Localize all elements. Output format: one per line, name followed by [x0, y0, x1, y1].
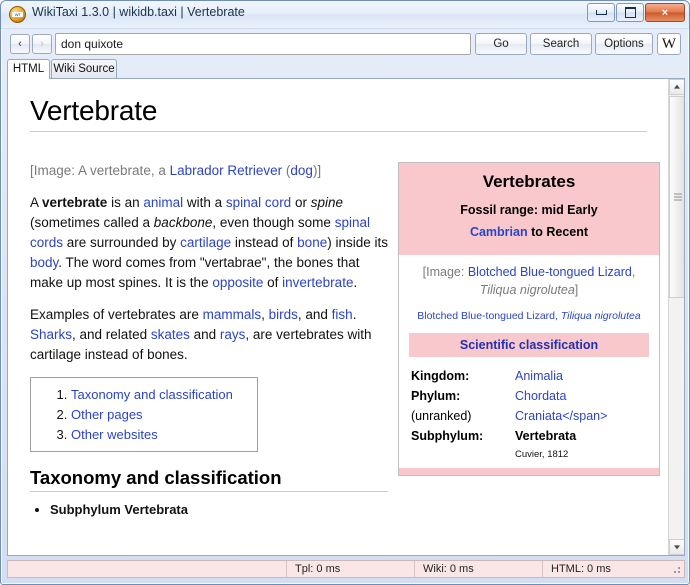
options-button[interactable]: Options: [595, 33, 653, 55]
toc-item[interactable]: Other websites: [71, 425, 247, 444]
taxonomy-key: Subphylum:: [411, 429, 484, 443]
search-button[interactable]: Search: [530, 33, 592, 55]
link-body[interactable]: body: [30, 255, 58, 270]
term-vertebrate: vertebrate: [42, 195, 108, 210]
content-pane: Vertebrate [Image: A vertebrate, a Labra…: [7, 78, 685, 556]
article-image-note: [Image: A vertebrate, a Labrador Retriev…: [30, 163, 322, 178]
table-row: Kingdom: Animalia: [411, 366, 651, 386]
go-button[interactable]: Go: [475, 33, 527, 55]
toc-item[interactable]: Other pages: [71, 405, 247, 424]
window-title: WikiTaxi 1.3.0 | wikidb.taxi | Vertebrat…: [32, 5, 245, 19]
application-window: WT WikiTaxi 1.3.0 | wikidb.taxi | Verteb…: [0, 0, 690, 585]
scroll-down-icon[interactable]: [669, 539, 684, 555]
status-left: [8, 561, 286, 577]
link-animal[interactable]: animal: [143, 195, 183, 210]
wikitaxi-app-icon: WT: [9, 6, 26, 23]
table-row: Subphylum: Vertebrata: [411, 426, 651, 446]
taxobox-body: [Image: Blotched Blue-tongued Lizard, Ti…: [399, 255, 659, 466]
tab-html[interactable]: HTML: [7, 59, 50, 79]
scrollbar-grip-icon: [674, 192, 682, 203]
scroll-up-icon[interactable]: [669, 79, 684, 95]
status-html: HTML: 0 ms: [542, 561, 670, 577]
link-fish[interactable]: fish: [332, 307, 353, 322]
table-of-contents: Taxonomy and classification Other pages …: [30, 377, 258, 452]
taxobox-scientific-classification-heading: Scientific classification: [409, 333, 649, 357]
taxonomy-authority: Cuvier, 1812: [515, 449, 569, 460]
link-skates[interactable]: skates: [151, 327, 190, 342]
link-birds[interactable]: birds: [269, 307, 298, 322]
link-invertebrate[interactable]: invertebrate: [282, 275, 353, 290]
minimize-button[interactable]: [587, 3, 615, 22]
taxonomy-table: Kingdom: Animalia Phylum: Chordata (unra…: [411, 366, 651, 446]
link-sharks[interactable]: Sharks: [30, 327, 72, 342]
link-rays[interactable]: rays: [220, 327, 246, 342]
toolbar: ‹ › Go Search Options W: [1, 29, 689, 57]
taxonomy-key: Phylum:: [411, 389, 461, 403]
close-button[interactable]: ×: [645, 3, 685, 22]
link-cambrian[interactable]: Cambrian: [470, 225, 528, 239]
forward-button[interactable]: ›: [32, 34, 52, 54]
status-tpl: Tpl: 0 ms: [286, 561, 414, 577]
link-blotched-blue-tongued-lizard[interactable]: Blotched Blue-tongued Lizard: [468, 265, 632, 279]
taxobox-caption: Blotched Blue-tongued Lizard, Tiliqua ni…: [417, 310, 641, 322]
status-wiki: Wiki: 0 ms: [414, 561, 542, 577]
fossil-range-label: Fossil range: mid Early: [460, 203, 598, 217]
taxonomy-value: Animalia: [515, 366, 651, 386]
taxonomy-bullet-list: Subphylum Vertebrata: [30, 500, 388, 520]
taxonomy-key: (unranked): [411, 409, 472, 423]
link-craniata[interactable]: Craniata</span>: [515, 409, 607, 423]
taxobox-footer: [399, 468, 659, 475]
link-dog[interactable]: dog: [290, 163, 313, 178]
link-chordata[interactable]: Chordata: [515, 389, 566, 403]
close-icon: ×: [661, 6, 669, 19]
link-mammals[interactable]: mammals: [203, 307, 262, 322]
italic-backbone: backbone: [153, 215, 213, 230]
list-item: Subphylum Vertebrata: [50, 500, 388, 520]
taxonomy-value: Chordata: [515, 386, 651, 406]
back-button[interactable]: ‹: [10, 34, 30, 54]
taxobox-image-note: [Image: Blotched Blue-tongued Lizard, Ti…: [422, 265, 636, 297]
toc-link-other-websites[interactable]: Other websites: [71, 427, 158, 442]
taxobox-fossil-range: Fossil range: mid Early Cambrian to Rece…: [407, 199, 651, 243]
section-heading-taxonomy: Taxonomy and classification: [30, 467, 282, 488]
table-row: (unranked) Craniata</span>: [411, 406, 651, 426]
article-paragraph-2: Examples of vertebrates are mammals, bir…: [30, 307, 372, 362]
table-row: Phylum: Chordata: [411, 386, 651, 406]
resize-grip-icon[interactable]: [670, 563, 682, 575]
toc-item[interactable]: Taxonomy and classification: [71, 385, 247, 404]
link-spinal-cord[interactable]: spinal cord: [226, 195, 291, 210]
page-title: Vertebrate: [30, 95, 158, 126]
toc-link-other-pages[interactable]: Other pages: [71, 407, 143, 422]
italic-spine: spine: [310, 195, 343, 210]
link-labrador-retriever[interactable]: Labrador Retriever: [170, 163, 283, 178]
status-bar: Tpl: 0 ms Wiki: 0 ms HTML: 0 ms: [7, 560, 685, 578]
link-animalia[interactable]: Animalia: [515, 369, 563, 383]
toc-link-taxonomy[interactable]: Taxonomy and classification: [71, 387, 233, 402]
link-cartilage[interactable]: cartilage: [180, 235, 231, 250]
vertical-scrollbar[interactable]: [668, 79, 684, 555]
scrollbar-thumb[interactable]: [669, 96, 684, 298]
tab-wiki-source[interactable]: Wiki Source: [51, 59, 117, 79]
taxobox-title: Vertebrates: [482, 172, 576, 191]
taxonomy-value: Vertebrata: [515, 429, 577, 443]
maximize-button[interactable]: [616, 3, 644, 22]
taxonomy-value: Craniata</span>: [515, 406, 651, 426]
taxonomy-key: Kingdom:: [411, 369, 470, 383]
wikipedia-button[interactable]: W: [657, 33, 681, 55]
title-divider: [30, 131, 647, 132]
link-opposite[interactable]: opposite: [212, 275, 263, 290]
search-input[interactable]: [55, 33, 471, 55]
taxobox-header: Vertebrates Fossil range: mid Early Camb…: [399, 163, 659, 255]
title-bar: WT WikiTaxi 1.3.0 | wikidb.taxi | Verteb…: [1, 1, 689, 29]
taxobox: Vertebrates Fossil range: mid Early Camb…: [398, 162, 660, 476]
window-controls: ×: [587, 3, 685, 22]
tab-bar: HTML Wiki Source: [7, 59, 689, 79]
link-bone[interactable]: bone: [297, 235, 327, 250]
section-divider: [30, 491, 388, 492]
article-body: [Image: A vertebrate, a Labrador Retriev…: [30, 161, 388, 522]
article-paragraph-1: A vertebrate is an animal with a spinal …: [30, 195, 388, 290]
